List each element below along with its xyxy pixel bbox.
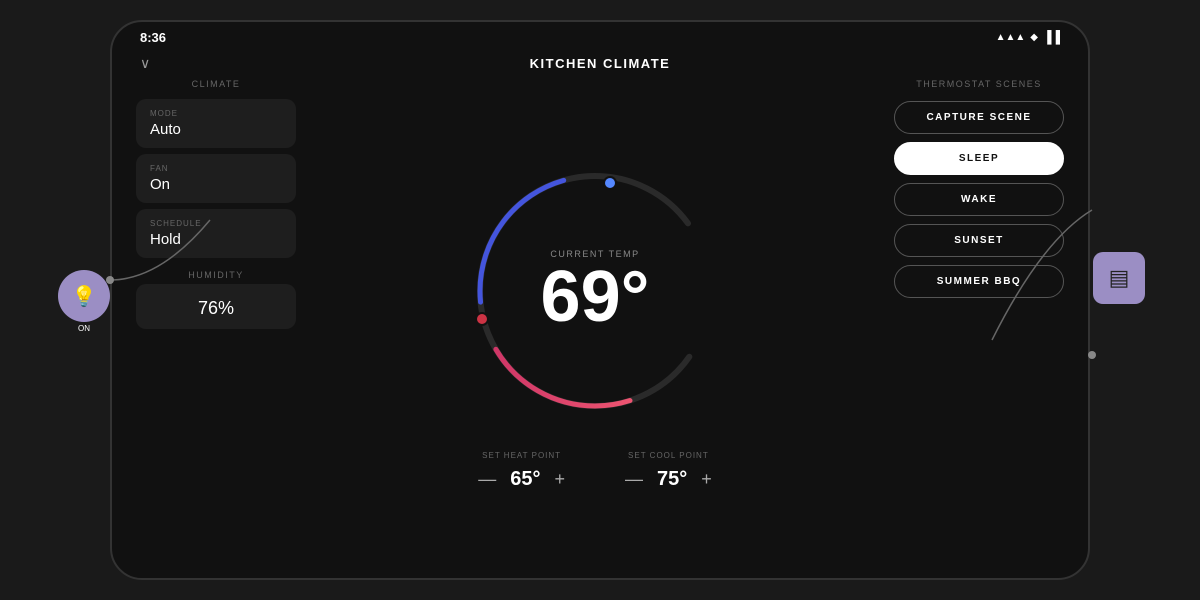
radiator-bubble[interactable]: ▤: [1093, 252, 1145, 304]
light-status-label: ON: [78, 324, 90, 333]
heat-point-label: SET HEAT POINT: [482, 451, 561, 460]
heat-point-minus[interactable]: —: [478, 470, 496, 488]
temp-display: CURRENT TEMP 69°: [541, 249, 650, 333]
scene-capture-button[interactable]: CAPTURE SCENE: [894, 101, 1064, 134]
light-bubble[interactable]: 💡: [58, 270, 110, 322]
heat-point-plus[interactable]: +: [554, 470, 565, 488]
center-panel: CURRENT TEMP 69° SET HEAT POINT — 65° +: [316, 79, 874, 562]
status-bar: 8:36 ▲▲▲ ◆ ▐▐: [112, 22, 1088, 52]
heat-point-controls: — 65° +: [478, 468, 565, 491]
nav-chevron[interactable]: ∨: [140, 55, 150, 72]
main-content: CLIMATE MODE Auto FAN On SCHEDULE Hold H…: [112, 79, 1088, 578]
cool-point: SET COOL POINT — 75° +: [625, 451, 712, 491]
scenes-section-label: THERMOSTAT SCENES: [894, 79, 1064, 89]
current-temp-value: 69°: [541, 261, 650, 333]
set-points: SET HEAT POINT — 65° + SET COOL POINT — …: [478, 451, 712, 491]
light-icon: 💡: [72, 284, 97, 309]
fan-value: On: [150, 176, 282, 193]
status-time: 8:36: [140, 30, 166, 45]
cool-point-plus[interactable]: +: [701, 470, 712, 488]
cool-point-minus[interactable]: —: [625, 470, 643, 488]
mode-card[interactable]: MODE Auto: [136, 99, 296, 148]
climate-section-label: CLIMATE: [136, 79, 296, 89]
status-icons: ▲▲▲ ◆ ▐▐: [996, 30, 1060, 44]
cool-point-label: SET COOL POINT: [628, 451, 709, 460]
mode-value: Auto: [150, 121, 282, 138]
tablet-frame: 8:36 ▲▲▲ ◆ ▐▐ ∨ KITCHEN CLIMATE CLIMATE …: [110, 20, 1090, 580]
thermostat-ring[interactable]: CURRENT TEMP 69°: [455, 151, 735, 431]
cool-point-controls: — 75° +: [625, 468, 712, 491]
fan-card[interactable]: FAN On: [136, 154, 296, 203]
heat-point: SET HEAT POINT — 65° +: [478, 451, 565, 491]
radiator-icon: ▤: [1109, 265, 1130, 291]
mode-label: MODE: [150, 109, 282, 118]
page-title: KITCHEN CLIMATE: [530, 56, 671, 71]
cool-point-value: 75°: [657, 468, 687, 491]
heat-point-value: 65°: [510, 468, 540, 491]
nav-bar: ∨ KITCHEN CLIMATE: [112, 52, 1088, 79]
fan-label: FAN: [150, 164, 282, 173]
